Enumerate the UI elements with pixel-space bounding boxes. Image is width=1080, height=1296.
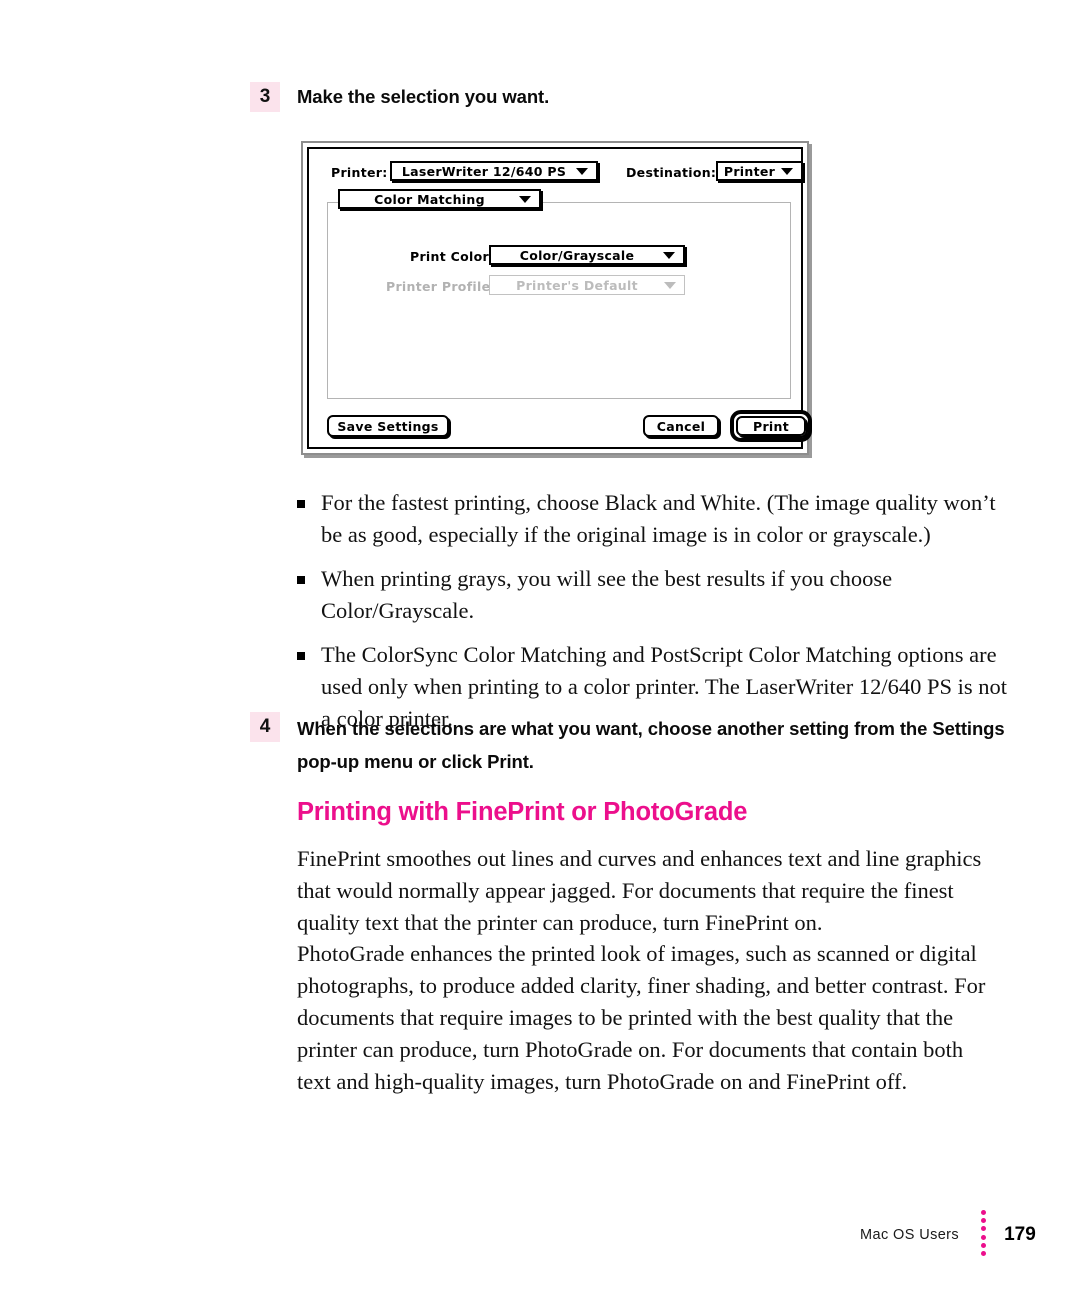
bullet-list: For the fastest printing, choose Black a… [297,487,1009,747]
step-4-row: 4 When the selections are what you want,… [250,712,1010,778]
list-item-text: When printing grays, you will see the be… [321,566,893,623]
print-dialog-figure: Printer: LaserWriter 12/640 PS Destinati… [301,141,812,455]
step-3-row: 3 Make the selection you want. [250,82,549,112]
list-item: When printing grays, you will see the be… [297,563,1009,627]
step-3-number: 3 [250,82,280,112]
section-heading: Printing with FinePrint or PhotoGrade [297,798,748,826]
printer-profile-label: Printer Profile: [386,279,496,294]
square-bullet-icon [297,500,305,508]
destination-popup-menu[interactable]: Printer [716,161,803,181]
save-settings-button[interactable]: Save Settings [327,415,449,437]
square-bullet-icon [297,652,305,660]
print-color-popup-menu[interactable]: Color/Grayscale [489,245,685,265]
print-color-label: Print Color: [410,249,495,264]
chevron-down-icon [663,251,675,259]
destination-label: Destination: [626,165,717,180]
body-paragraph-fineprint: FinePrint smoothes out lines and curves … [297,846,982,935]
printer-popup-value: LaserWriter 12/640 PS [401,163,567,179]
dialog-inner-frame: Printer: LaserWriter 12/640 PS Destinati… [307,147,812,449]
printer-popup-menu[interactable]: LaserWriter 12/640 PS [390,161,598,181]
step-4-number: 4 [250,712,280,742]
settings-popup-menu[interactable]: Color Matching [338,189,541,209]
cancel-button[interactable]: Cancel [643,415,719,437]
printer-profile-popup-menu: Printer's Default [489,275,685,295]
cancel-button-label: Cancel [656,418,706,434]
chevron-down-icon [576,167,588,175]
square-bullet-icon [297,576,305,584]
page-footer: Mac OS Users 179 [860,1210,1036,1256]
chevron-down-icon [781,167,793,175]
step-4-text: When the selections are what you want, c… [297,718,1005,772]
destination-popup-value: Printer [723,163,776,179]
settings-group-box [327,202,791,399]
step-3-text: Make the selection you want. [297,86,550,107]
chevron-down-icon [664,281,676,289]
list-item: For the fastest printing, choose Black a… [297,487,1009,551]
chevron-down-icon [519,195,531,203]
body-paragraph-photograde: PhotoGrade enhances the printed look of … [297,941,986,1094]
save-settings-button-label: Save Settings [337,418,439,434]
print-button-label: Print [753,418,789,434]
footer-section-label: Mac OS Users [860,1227,960,1243]
dotted-divider-icon [981,1210,987,1256]
settings-popup-value: Color Matching [374,191,485,207]
print-color-popup-value: Color/Grayscale [519,247,635,263]
page-number: 179 [1004,1224,1036,1245]
printer-profile-popup-value: Printer's Default [516,277,638,293]
print-button[interactable]: Print [730,410,812,442]
list-item-text: For the fastest printing, choose Black a… [321,490,996,547]
printer-label: Printer: [331,165,388,180]
